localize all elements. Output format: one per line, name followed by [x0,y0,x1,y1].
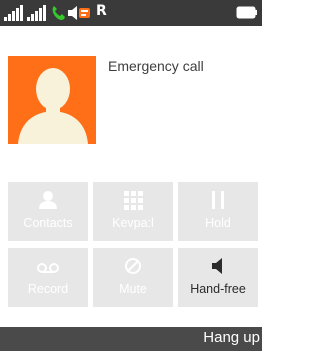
contacts-label: Contacts [23,216,73,230]
call-controls: Contacts Kevpa:l Hold Record Mute Hand-f… [0,182,262,312]
speaker-icon [212,258,222,274]
hang-up-button[interactable]: Hang up [203,329,260,349]
avatar [8,56,96,144]
record-button[interactable]: Record [8,248,88,307]
contacts-button[interactable]: Contacts [8,182,88,241]
hold-button[interactable]: Hold [178,182,258,241]
caller-info: Emergency call [0,26,262,182]
keypad-button[interactable]: Kevpa:l [93,182,173,241]
hold-label: Hold [205,216,231,230]
call-active-icon [52,6,65,20]
dialpad-grid-icon [124,191,143,210]
voicemail-tape-icon [37,263,59,273]
mute-slash-icon [125,258,141,274]
hand-free-button[interactable]: Hand-free [178,248,258,307]
mute-label: Mute [119,282,147,296]
battery-icon [236,6,257,19]
signal-strength-icon [4,5,23,21]
hand-free-label: Hand-free [190,282,246,296]
status-bar: R [0,0,262,26]
person-silhouette-icon [18,68,88,144]
record-label: Record [27,282,69,296]
speaker-icon [68,6,90,20]
bottom-soft-key-bar: Hang up [0,327,262,351]
mute-button[interactable]: Mute [93,248,173,307]
roaming-indicator: R [96,3,107,19]
person-icon [39,191,57,209]
pause-icon [212,191,224,209]
in-call-screen: R Emergency call Contacts Kevpa:l Hold R… [0,0,262,351]
keypad-label: Kevpa:l [112,216,154,230]
signal-strength-icon [27,5,46,21]
caller-name: Emergency call [108,58,204,74]
